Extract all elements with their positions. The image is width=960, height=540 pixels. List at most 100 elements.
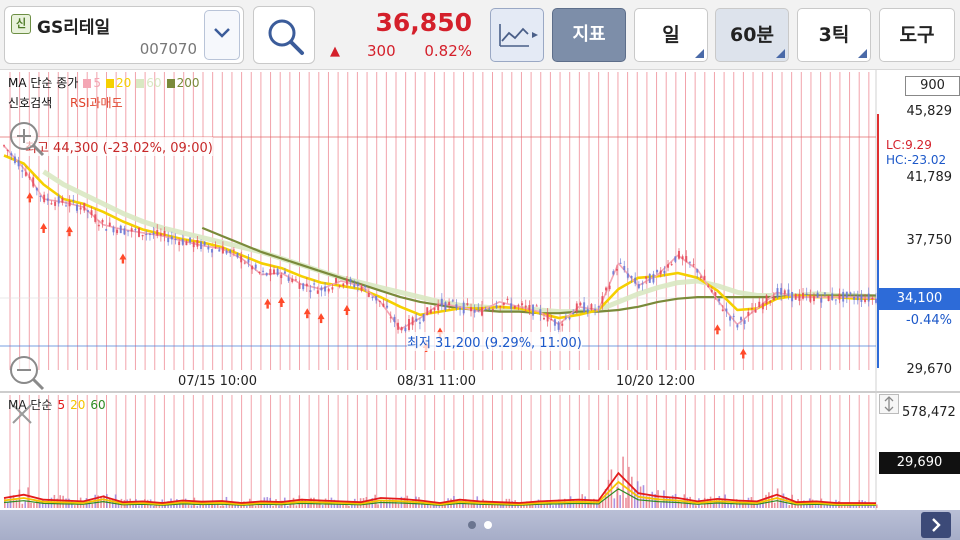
- candle-body: [685, 256, 688, 262]
- period-day-button[interactable]: 일: [634, 8, 708, 62]
- legend-period: 60: [90, 398, 106, 412]
- candle-body: [754, 309, 757, 313]
- candle-body: [112, 227, 115, 233]
- volume-bar: [823, 505, 826, 508]
- candle-body: [626, 273, 629, 278]
- candle-body: [415, 318, 418, 322]
- candle-body: [710, 289, 713, 292]
- candle-body: [375, 295, 378, 301]
- candle-body: [663, 270, 666, 274]
- candle-body: [218, 249, 221, 252]
- candle-body: [513, 305, 516, 309]
- volume-bar: [91, 503, 94, 508]
- candle-body: [794, 294, 797, 300]
- candle-body: [32, 177, 35, 187]
- candle-body: [313, 283, 316, 285]
- candle-body: [780, 287, 783, 295]
- candle-body: [371, 296, 374, 298]
- stock-dropdown-button[interactable]: [204, 10, 240, 60]
- x-axis-label: 10/20 12:00: [616, 374, 696, 389]
- volume-bar: [348, 505, 350, 508]
- signal-arrow-stem: [42, 228, 45, 233]
- candle-body: [269, 269, 272, 276]
- search-icon: [268, 19, 304, 55]
- candle-body: [258, 272, 261, 274]
- volume-bar: [356, 505, 359, 508]
- volume-bar: [152, 505, 155, 508]
- candle-body: [875, 298, 877, 303]
- candle-body: [583, 302, 586, 313]
- candle-body: [510, 303, 513, 309]
- candle-body: [437, 304, 440, 311]
- volume-bar: [187, 504, 190, 508]
- candle-body: [324, 286, 327, 292]
- volume-bar: [701, 505, 703, 508]
- volume-bar: [219, 505, 222, 508]
- search-button[interactable]: [253, 6, 315, 64]
- signal-arrow-stem: [742, 354, 745, 359]
- volume-bar: [730, 503, 732, 508]
- chart-area[interactable]: MA 단순 종가 5 20 60 200 신호검색 RSI과매도 최고 44,300 (…: [0, 70, 960, 510]
- candle-body: [411, 317, 414, 326]
- candle-body: [134, 229, 137, 231]
- candle-body: [820, 298, 823, 303]
- volume-bar: [272, 505, 274, 508]
- volume-bar: [295, 505, 298, 508]
- volume-bar: [622, 456, 624, 508]
- scale-toggle-button[interactable]: [879, 394, 899, 414]
- lc-value: LC:9.29: [886, 138, 932, 152]
- indicator-button[interactable]: 지표: [552, 8, 626, 62]
- stock-selector[interactable]: 신 GS리테일 007070: [4, 6, 244, 64]
- page-indicator-dot-active[interactable]: [484, 521, 492, 529]
- candle-body: [542, 318, 545, 320]
- volume-bar: [625, 497, 627, 508]
- candle-body: [488, 308, 491, 310]
- volume-bar: [24, 501, 27, 508]
- candle-body: [772, 296, 775, 301]
- candle-body: [240, 255, 243, 263]
- period-minute-button[interactable]: 60분: [715, 8, 789, 62]
- candle-body: [546, 313, 549, 322]
- tick-button[interactable]: 3틱: [797, 8, 871, 62]
- candle-body: [692, 264, 695, 266]
- rsi-oversold-label[interactable]: RSI과매도: [70, 94, 123, 111]
- volume-bar: [377, 504, 379, 508]
- candle-body: [637, 284, 640, 289]
- volume-bar: [321, 505, 324, 508]
- candle-body: [845, 291, 848, 298]
- volume-bar: [421, 504, 423, 508]
- y-axis-scale-box[interactable]: 900: [905, 76, 960, 96]
- tick-label: 3틱: [818, 24, 850, 46]
- candle-body: [605, 287, 608, 291]
- candle-body: [287, 277, 290, 281]
- tools-button[interactable]: 도구: [879, 8, 955, 62]
- candle-body: [652, 273, 655, 283]
- price-volume-chart[interactable]: [0, 70, 960, 510]
- candle-body: [327, 288, 330, 292]
- candle-body: [210, 249, 213, 253]
- candle-body: [619, 262, 622, 264]
- candle-body: [707, 285, 710, 287]
- candle-body: [97, 224, 100, 227]
- zoom-in-button[interactable]: [6, 118, 46, 158]
- candle-body: [200, 241, 203, 249]
- volume-bar: [222, 505, 225, 508]
- candle-body: [61, 198, 64, 203]
- next-page-button[interactable]: [921, 512, 951, 538]
- x-axis-label: 07/15 10:00: [178, 374, 258, 389]
- candle-body: [214, 247, 217, 249]
- candle-body: [594, 309, 597, 311]
- volume-bar: [213, 504, 216, 508]
- candle-body: [265, 272, 268, 276]
- candle-body: [367, 292, 370, 297]
- volume-bar: [499, 505, 502, 508]
- candle-body: [35, 187, 38, 191]
- page-indicator-dot[interactable]: [468, 521, 476, 529]
- chart-type-button[interactable]: [490, 8, 544, 62]
- candle-body: [480, 307, 483, 316]
- candle-body: [802, 292, 805, 299]
- volume-bar: [246, 505, 248, 508]
- candle-body: [473, 309, 476, 313]
- zoom-out-button[interactable]: [6, 352, 46, 392]
- candle-body: [170, 236, 173, 240]
